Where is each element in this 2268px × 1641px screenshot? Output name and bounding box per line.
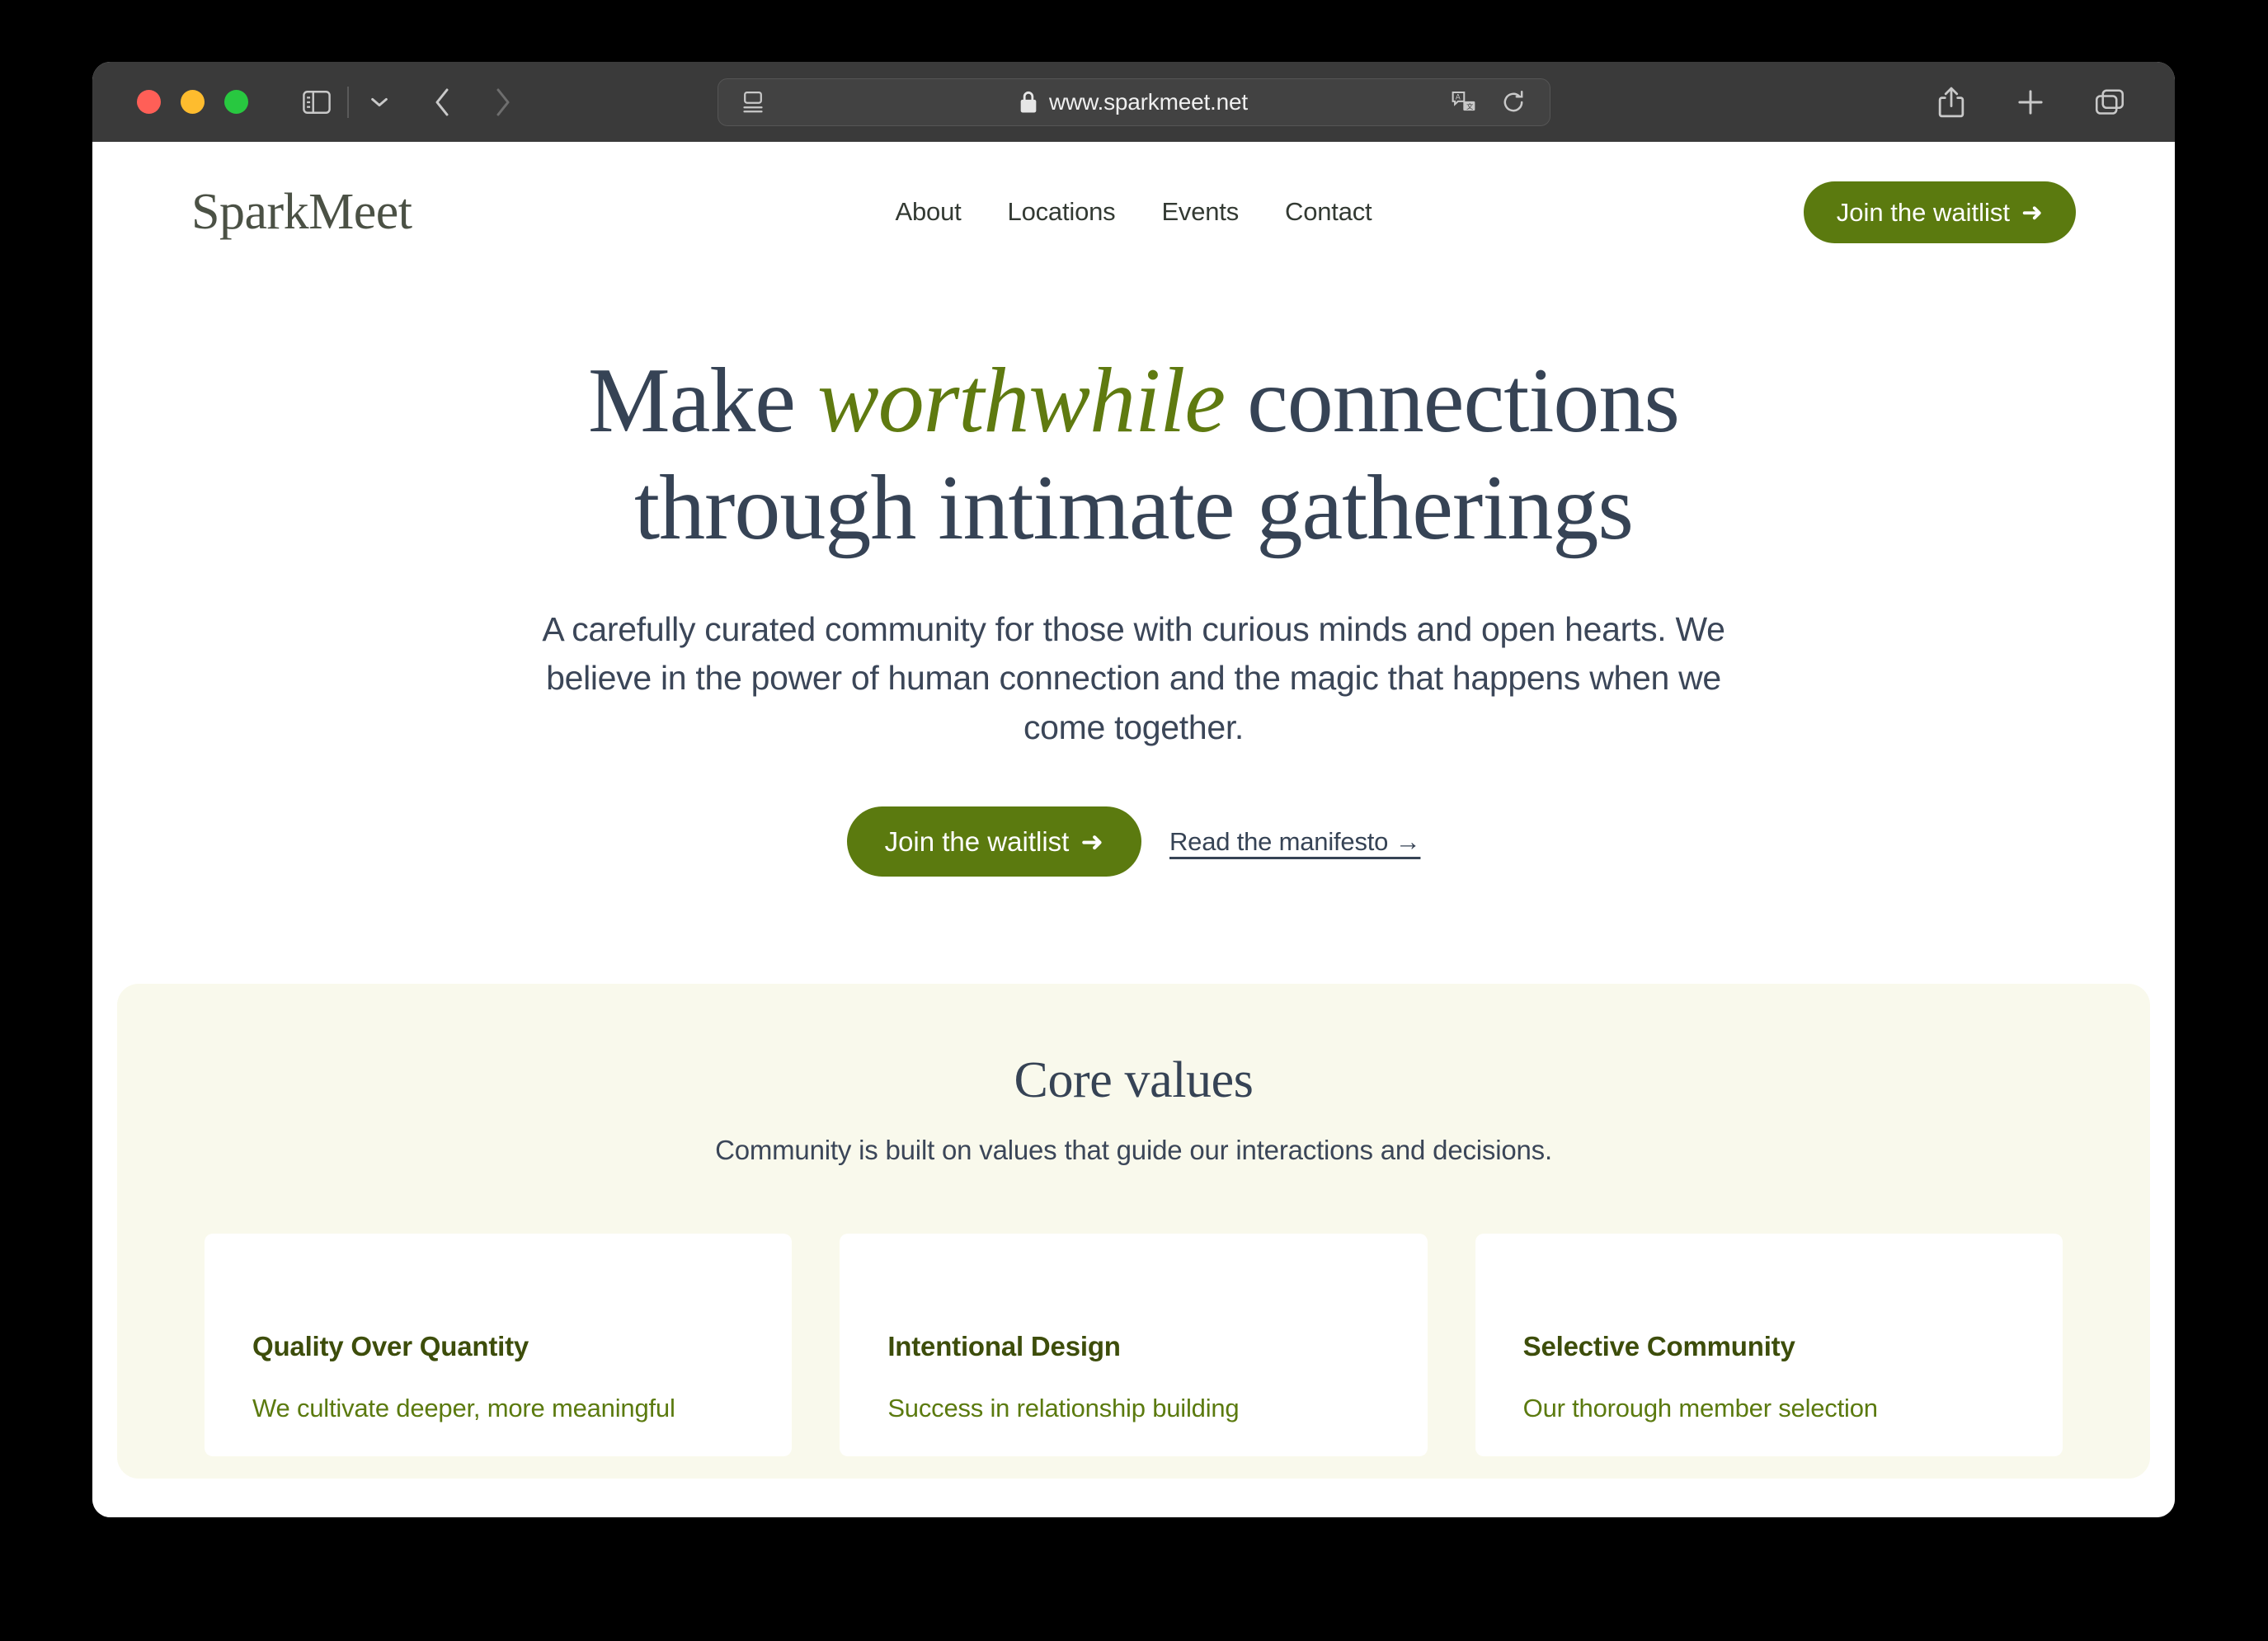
- value-card[interactable]: Selective Community Our thorough member …: [1475, 1234, 2063, 1457]
- toolbar-divider: [347, 86, 349, 118]
- toolbar-right-actions: [1929, 80, 2143, 125]
- translate-icon[interactable]: A 文: [1446, 84, 1482, 120]
- hero-actions: Join the waitlist ➜ Read the manifesto →: [191, 806, 2076, 877]
- nav-item-contact[interactable]: Contact: [1285, 197, 1372, 227]
- hero-join-waitlist-label: Join the waitlist: [884, 826, 1070, 858]
- navigation-arrows: [420, 80, 525, 125]
- nav-item-about[interactable]: About: [896, 197, 962, 227]
- url-text: www.sparkmeet.net: [1049, 88, 1248, 115]
- maximize-window-button[interactable]: [224, 90, 248, 114]
- hero-join-waitlist-button[interactable]: Join the waitlist ➜: [846, 806, 1141, 877]
- nav-item-locations[interactable]: Locations: [1008, 197, 1116, 227]
- core-values-subtitle: Community is built on values that guide …: [715, 1135, 1552, 1166]
- hero-headline-line2: through intimate gatherings: [634, 456, 1634, 559]
- address-bar-actions: A 文: [1446, 84, 1532, 120]
- value-card-title: Selective Community: [1522, 1331, 1795, 1362]
- hero-section: Make worthwhile connections through inti…: [92, 282, 2175, 877]
- address-bar[interactable]: www.sparkmeet.net A 文: [717, 78, 1550, 126]
- value-card[interactable]: Quality Over Quantity We cultivate deepe…: [205, 1234, 793, 1457]
- close-window-button[interactable]: [137, 90, 161, 114]
- value-card-title: Quality Over Quantity: [252, 1331, 529, 1362]
- back-arrow-icon[interactable]: [420, 80, 464, 125]
- hero-headline-emphasis: worthwhile: [817, 350, 1226, 452]
- header-join-waitlist-label: Join the waitlist: [1836, 197, 2011, 227]
- reload-icon[interactable]: [1495, 84, 1532, 120]
- main-navigation: About Locations Events Contact: [896, 197, 1372, 227]
- lock-icon: [1019, 91, 1038, 114]
- hero-headline-part2: connections: [1225, 350, 1680, 452]
- tab-overview-icon[interactable]: [2087, 80, 2132, 125]
- web-page: SparkMeet About Locations Events Contact…: [92, 142, 2175, 1517]
- value-card[interactable]: Intentional Design Success in relationsh…: [840, 1234, 1428, 1457]
- read-manifesto-link[interactable]: Read the manifesto →: [1169, 827, 1421, 857]
- nav-item-events[interactable]: Events: [1161, 197, 1239, 227]
- plus-icon[interactable]: [2008, 80, 2053, 125]
- core-values-title: Core values: [1014, 1052, 1254, 1109]
- window-controls: [137, 90, 248, 114]
- address-bar-container: www.sparkmeet.net A 文: [717, 78, 1550, 126]
- core-values-grid: Quality Over Quantity We cultivate deepe…: [117, 1234, 2150, 1457]
- svg-text:文: 文: [1466, 101, 1473, 110]
- sidebar-toggle-icon[interactable]: [294, 80, 339, 125]
- site-header: SparkMeet About Locations Events Contact…: [92, 142, 2175, 282]
- header-cta-container: Join the waitlist ➜: [1803, 181, 2076, 243]
- value-card-title: Intentional Design: [887, 1331, 1121, 1362]
- arrow-right-icon: ➜: [2021, 197, 2043, 227]
- hero-subtitle: A carefully curated community for those …: [542, 609, 1725, 746]
- minimize-window-button[interactable]: [181, 90, 205, 114]
- sidebar-controls: [294, 80, 402, 125]
- value-card-body: We cultivate deeper, more meaningful: [252, 1394, 675, 1423]
- forward-arrow-icon[interactable]: [481, 80, 525, 125]
- value-card-body: Our thorough member selection: [1522, 1394, 1878, 1423]
- hero-headline-part1: Make: [587, 350, 817, 452]
- core-values-section: Core values Community is built on values…: [117, 984, 2150, 1479]
- arrow-right-icon: ➜: [1080, 826, 1103, 858]
- chevron-down-icon[interactable]: [357, 80, 402, 125]
- hero-headline: Make worthwhile connections through inti…: [191, 348, 2076, 562]
- svg-text:A: A: [1455, 92, 1460, 101]
- browser-toolbar: www.sparkmeet.net A 文: [92, 62, 2175, 142]
- value-card-body: Success in relationship building: [887, 1394, 1240, 1423]
- header-join-waitlist-button[interactable]: Join the waitlist ➜: [1803, 181, 2076, 243]
- browser-window: www.sparkmeet.net A 文 SparkMeet About Lo…: [92, 62, 2175, 1517]
- site-logo[interactable]: SparkMeet: [191, 183, 412, 242]
- reader-view-icon[interactable]: [736, 86, 769, 119]
- url-display: www.sparkmeet.net: [718, 89, 1550, 115]
- share-icon[interactable]: [1929, 80, 1974, 125]
